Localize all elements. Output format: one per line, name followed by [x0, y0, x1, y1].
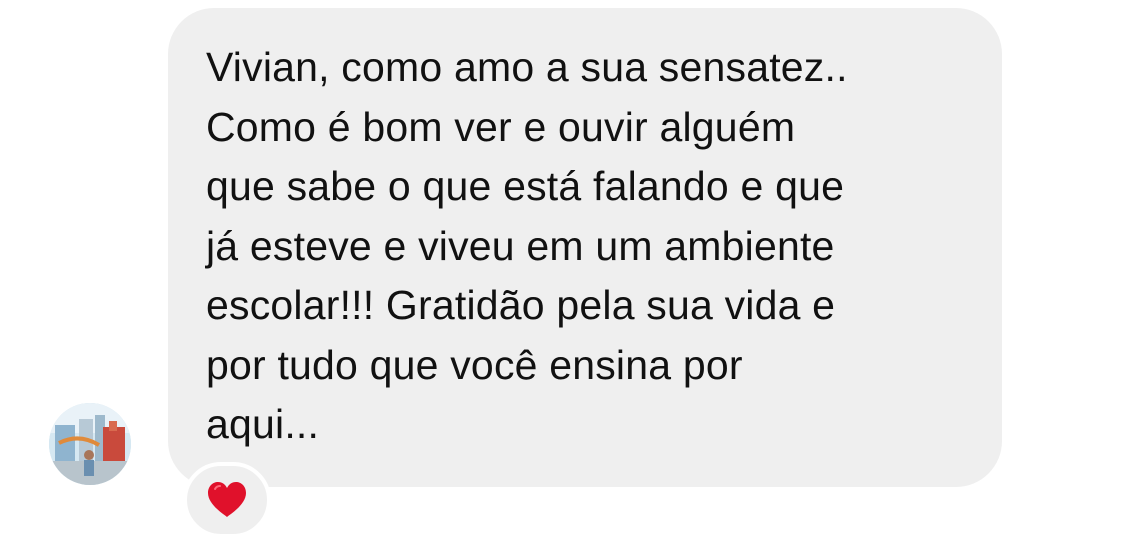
message-text: Vivian, como amo a sua sensatez.. Como é… — [206, 44, 848, 447]
profile-photo-avatar — [49, 403, 131, 485]
reaction-badge[interactable] — [183, 462, 271, 538]
red-heart-icon — [208, 482, 246, 517]
sender-avatar[interactable] — [49, 403, 131, 485]
message-bubble[interactable]: Vivian, como amo a sua sensatez.. Como é… — [168, 8, 1002, 487]
